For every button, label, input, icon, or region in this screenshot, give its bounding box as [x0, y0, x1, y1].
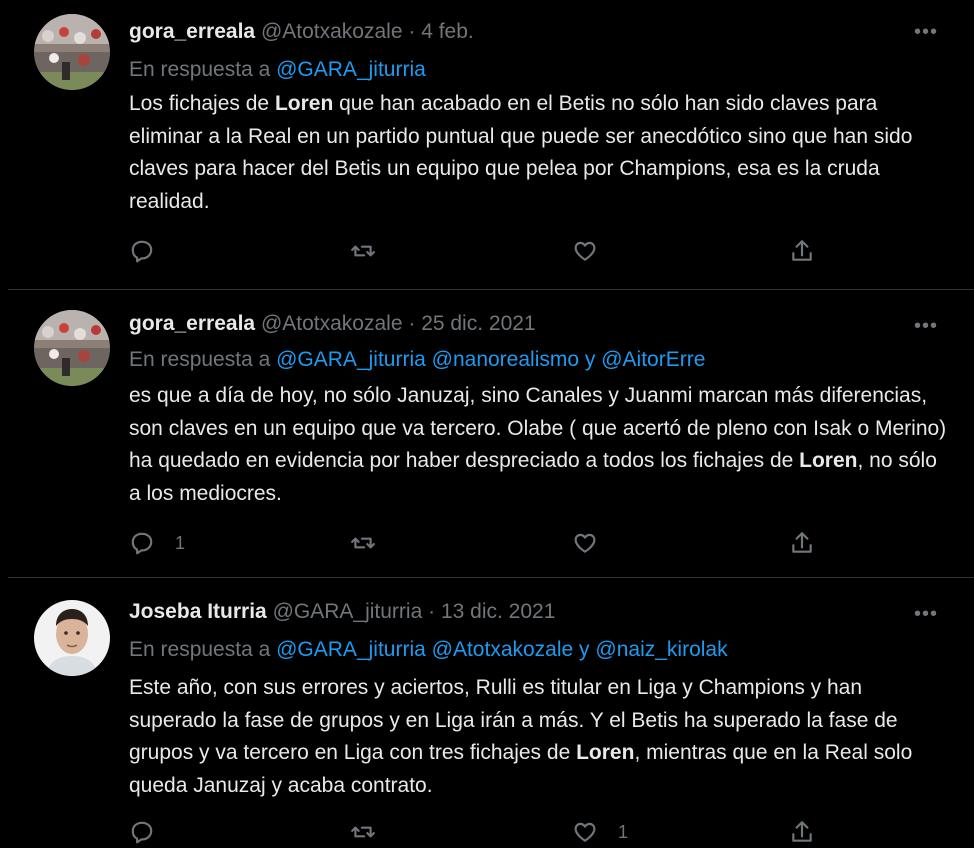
share-icon	[792, 240, 812, 261]
share-icon	[792, 532, 812, 553]
action-bar	[129, 235, 819, 267]
reply-count: 1	[175, 532, 186, 553]
reply-to: En respuesta a @GARA_jiturria	[129, 56, 426, 84]
mention-link[interactable]: @nanorealismo	[432, 348, 579, 371]
avatar-portrait-image	[34, 600, 110, 676]
tweet-text: Este año, con sus errores y aciertos, Ru…	[129, 672, 949, 802]
reply-label: En respuesta a	[129, 58, 271, 81]
reply-to: En respuesta a @GARA_jiturria @nanoreali…	[129, 346, 705, 374]
retweet-button[interactable]	[350, 816, 396, 848]
mention-link[interactable]: @GARA_jiturria	[276, 638, 426, 661]
tweet-text: es que a día de hoy, no sólo Januzaj, si…	[129, 380, 949, 510]
share-icon	[792, 821, 812, 842]
mention-conjunction: y	[584, 348, 596, 371]
author-name[interactable]: gora_erreala	[129, 20, 255, 43]
share-button[interactable]	[789, 235, 815, 267]
tweet-3[interactable]: Joseba Iturria @GARA_jiturria · 13 dic. …	[8, 578, 974, 848]
text-bold: Loren	[576, 741, 635, 764]
author-handle[interactable]: @GARA_jiturria	[273, 600, 423, 623]
reply-button[interactable]: 1	[129, 527, 185, 559]
reply-button[interactable]	[129, 235, 175, 267]
author-name[interactable]: Joseba Iturria	[129, 600, 267, 623]
avatar[interactable]	[34, 310, 110, 386]
share-button[interactable]	[789, 816, 815, 848]
tweet-2[interactable]: gora_erreala @Atotxakozale · 25 dic. 202…	[8, 290, 974, 578]
like-button[interactable]	[572, 527, 618, 559]
reply-label: En respuesta a	[129, 638, 271, 661]
mention-link[interactable]: @GARA_jiturria	[276, 348, 426, 371]
tweet-date[interactable]: 4 feb.	[421, 20, 474, 43]
reply-button[interactable]	[129, 816, 175, 848]
like-button[interactable]	[572, 235, 618, 267]
action-bar: 1	[129, 527, 819, 559]
avatar-crowd-image	[34, 310, 110, 386]
like-icon	[574, 241, 596, 261]
separator-dot: ·	[408, 312, 416, 335]
tweet-1[interactable]: gora_erreala @Atotxakozale · 4 feb. ••• …	[8, 0, 974, 290]
retweet-icon	[351, 537, 375, 549]
reply-label: En respuesta a	[129, 348, 271, 371]
avatar-crowd-image	[34, 14, 110, 90]
reply-icon	[131, 821, 153, 844]
like-count: 1	[618, 821, 629, 842]
reply-icon	[131, 532, 153, 555]
like-icon	[574, 533, 596, 553]
mention-link[interactable]: @naiz_kirolak	[595, 638, 727, 661]
reply-icon	[131, 240, 153, 263]
avatar[interactable]	[34, 600, 110, 676]
more-icon[interactable]: •••	[912, 18, 940, 46]
action-bar: 1	[129, 816, 819, 848]
text-bold: Loren	[274, 92, 334, 115]
more-icon[interactable]: •••	[912, 600, 940, 628]
tweet-date[interactable]: 13 dic. 2021	[441, 600, 555, 623]
avatar[interactable]	[34, 14, 110, 90]
retweet-button[interactable]	[350, 527, 396, 559]
tweet-date[interactable]: 25 dic. 2021	[421, 312, 535, 335]
reply-to: En respuesta a @GARA_jiturria @Atotxakoz…	[129, 636, 728, 664]
separator-dot: ·	[408, 20, 416, 43]
author-handle[interactable]: @Atotxakozale	[261, 20, 403, 43]
author-name[interactable]: gora_erreala	[129, 312, 255, 335]
mention-link[interactable]: @Atotxakozale	[432, 638, 574, 661]
mention-link[interactable]: @AitorErre	[601, 348, 705, 371]
retweet-button[interactable]	[350, 235, 396, 267]
text-part: Los fichajes de	[129, 92, 275, 115]
mention-link[interactable]: @GARA_jiturria	[276, 58, 426, 81]
text-bold: Loren	[799, 449, 858, 472]
like-button[interactable]: 1	[572, 816, 628, 848]
more-icon[interactable]: •••	[912, 312, 940, 340]
tweet-text: Los fichajes de Loren que han acabado en…	[129, 88, 949, 218]
retweet-icon	[351, 826, 375, 838]
mention-conjunction: y	[579, 638, 590, 661]
author-handle[interactable]: @Atotxakozale	[261, 312, 403, 335]
like-icon	[574, 822, 596, 842]
retweet-icon	[351, 245, 375, 257]
share-button[interactable]	[789, 527, 815, 559]
separator-dot: ·	[428, 600, 436, 623]
